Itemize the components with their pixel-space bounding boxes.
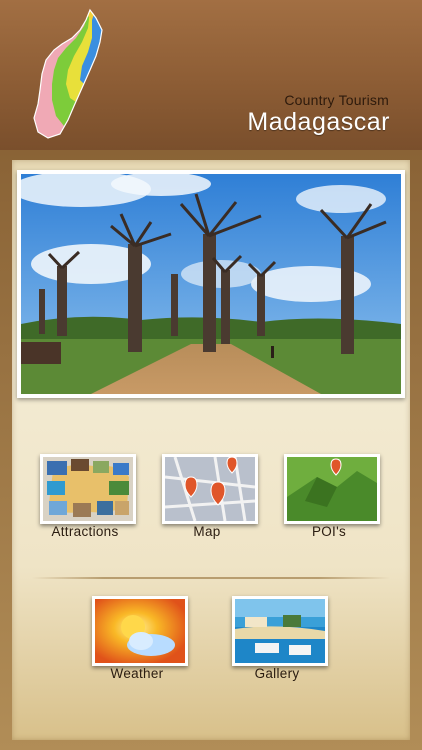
attractions-label: Attractions [51,524,119,539]
divider [32,577,390,579]
weather-icon [92,596,188,666]
gallery-icon [232,596,328,666]
attractions-button[interactable]: Attractions [26,454,136,554]
map-icon [162,454,258,524]
map-button[interactable]: Map [148,454,258,554]
hero-photo-frame [17,170,405,398]
gallery-label: Gallery [254,666,300,681]
app-header: Country Tourism Madagascar [0,0,422,150]
weather-button[interactable]: Weather [78,596,188,696]
poi-label: POI's [311,524,347,539]
page-title: Madagascar [247,108,390,136]
app-subtitle: Country Tourism [284,92,389,108]
poi-button[interactable]: POI's [270,454,380,554]
gallery-button[interactable]: Gallery [218,596,328,696]
poi-icon [284,454,380,524]
weather-label: Weather [110,666,164,681]
baobab-avenue-photo [21,174,401,394]
attractions-icon [40,454,136,524]
content-area: Attractions Map POI's Weather Gallery [0,150,422,750]
madagascar-map-icon [30,8,110,140]
menu-panel: Attractions Map POI's Weather Gallery [12,160,410,740]
map-label: Map [193,524,221,539]
